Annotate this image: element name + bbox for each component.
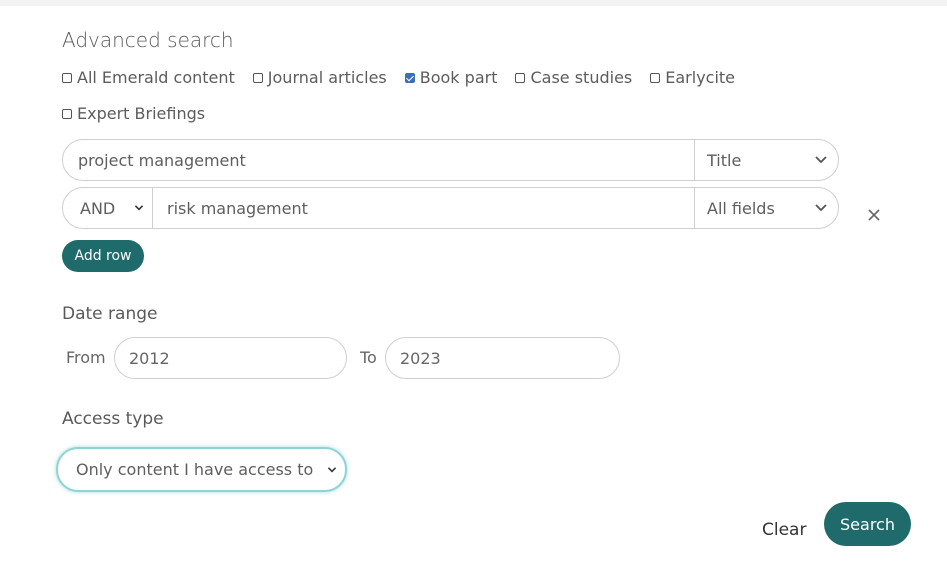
field-select-1[interactable]: Title <box>694 140 838 180</box>
checkbox-box[interactable] <box>515 72 526 83</box>
checkbox-label: Expert Briefings <box>77 104 206 123</box>
page-title: Advanced search <box>62 28 234 52</box>
to-label: To <box>360 348 377 367</box>
search-input-2[interactable]: risk management <box>153 199 694 218</box>
checkbox-all-emerald-content[interactable]: All Emerald content <box>62 68 235 87</box>
checkbox-label: Journal articles <box>267 68 387 87</box>
search-button[interactable]: Search <box>824 502 911 546</box>
chevron-down-icon <box>815 204 827 212</box>
checkbox-box[interactable] <box>62 108 72 119</box>
search-row-1: project management Title <box>62 139 839 181</box>
from-year-input[interactable]: 2012 <box>114 337 347 379</box>
access-type-label: Access type <box>62 409 164 429</box>
checkbox-case-studies[interactable]: Case studies <box>515 68 632 87</box>
access-type-value: Only content I have access to <box>76 460 314 479</box>
field-select-value: Title <box>707 150 742 170</box>
search-row-2: AND risk management All fields <box>62 187 839 229</box>
access-type-select[interactable]: Only content I have access to <box>56 447 347 492</box>
checkbox-expert-briefings[interactable]: Expert Briefings <box>62 104 205 123</box>
content-type-row-2: Expert Briefings <box>62 104 223 123</box>
chevron-down-icon <box>815 156 827 164</box>
add-row-button[interactable]: Add row <box>62 240 144 272</box>
to-year-input[interactable]: 2023 <box>385 337 620 379</box>
checkbox-box[interactable] <box>62 72 72 83</box>
operator-value: AND <box>80 198 116 218</box>
checkbox-label: All Emerald content <box>77 68 235 87</box>
date-range-label: Date range <box>62 304 158 324</box>
checkbox-journal-articles[interactable]: Journal articles <box>252 68 387 87</box>
checkbox-box-checked[interactable] <box>404 72 415 83</box>
checkbox-label: Case studies <box>530 68 633 87</box>
content-type-row-1: All Emerald content Journal articles Boo… <box>62 68 753 87</box>
checkbox-box[interactable] <box>252 72 263 83</box>
advanced-search-panel: Advanced search All Emerald content Jour… <box>0 6 947 578</box>
checkbox-label: Book part <box>419 68 498 87</box>
operator-select[interactable]: AND <box>63 188 153 228</box>
from-label: From <box>66 348 106 367</box>
checkbox-book-part[interactable]: Book part <box>404 68 498 87</box>
clear-button[interactable]: Clear <box>762 520 806 540</box>
field-select-value: All fields <box>707 198 775 218</box>
checkbox-label: Earlycite <box>665 68 736 87</box>
chevron-down-icon <box>327 466 337 473</box>
field-select-2[interactable]: All fields <box>694 188 838 228</box>
checkbox-earlycite[interactable]: Earlycite <box>650 68 735 87</box>
remove-row-close-icon[interactable] <box>866 207 882 223</box>
checkbox-box[interactable] <box>650 72 661 83</box>
chevron-down-icon <box>134 205 144 211</box>
search-input-1[interactable]: project management <box>63 151 694 170</box>
